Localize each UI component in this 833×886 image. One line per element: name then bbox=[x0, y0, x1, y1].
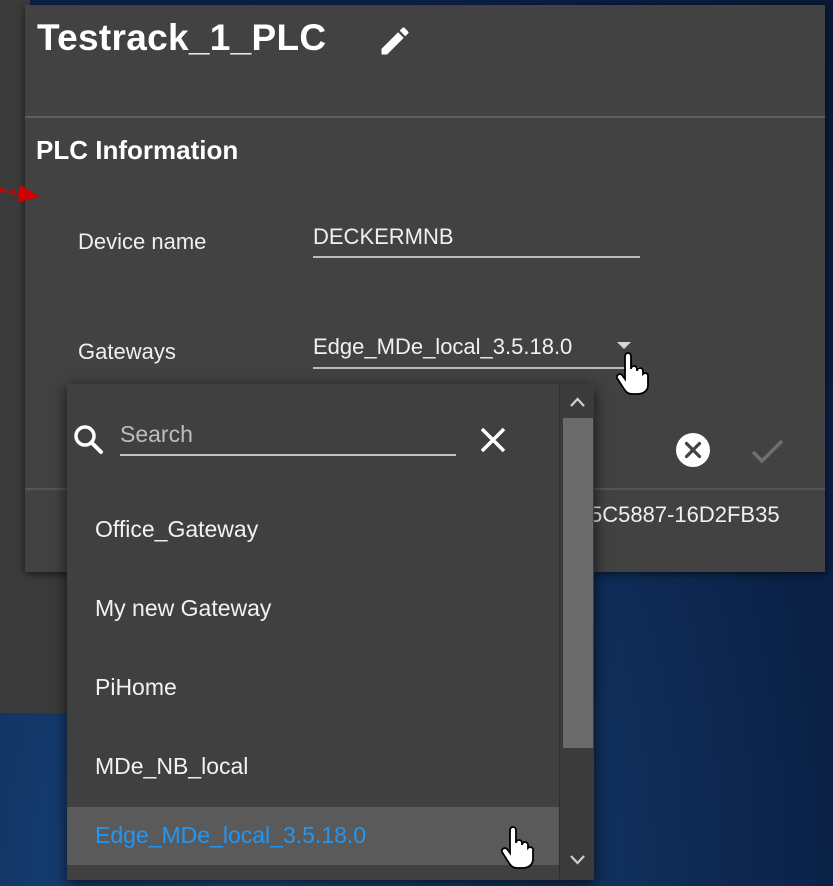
option-label: PiHome bbox=[95, 674, 177, 700]
search-input[interactable] bbox=[120, 414, 456, 456]
close-icon[interactable] bbox=[477, 424, 509, 456]
option-label: My new Gateway bbox=[95, 595, 272, 621]
option-label: MDe_NB_local bbox=[95, 753, 249, 779]
gateways-label: Gateways bbox=[78, 339, 176, 364]
red-arrow-icon bbox=[0, 185, 40, 202]
scrollbar-thumb[interactable] bbox=[563, 418, 593, 748]
dropdown-option-selected[interactable]: Edge_MDe_local_3.5.18.0 bbox=[67, 807, 559, 865]
gateways-dropdown: Office_Gateway My new Gateway PiHome MDe… bbox=[67, 384, 594, 880]
background-window-lower bbox=[0, 572, 70, 713]
section-title: PLC Information bbox=[36, 135, 239, 165]
pencil-icon[interactable] bbox=[377, 23, 413, 59]
title-divider bbox=[25, 116, 825, 118]
option-label: Edge_MDe_local_3.5.18.0 bbox=[95, 822, 367, 848]
check-icon[interactable] bbox=[745, 430, 789, 470]
dropdown-option[interactable]: Office_Gateway bbox=[67, 501, 559, 559]
dropdown-option[interactable]: My new Gateway bbox=[67, 580, 559, 638]
device-id-text: 5C5887-16D2FB35 bbox=[590, 502, 780, 527]
page-title: Testrack_1_PLC bbox=[37, 17, 327, 58]
dropdown-scrollbar[interactable] bbox=[559, 384, 594, 880]
option-label: Office_Gateway bbox=[95, 516, 259, 542]
hand-pointer-icon bbox=[615, 352, 649, 395]
dropdown-option[interactable]: PiHome bbox=[67, 659, 559, 717]
dropdown-option[interactable]: MDe_NB_local bbox=[67, 738, 559, 796]
close-circle-icon[interactable] bbox=[673, 430, 713, 470]
chevron-down-icon[interactable] bbox=[560, 846, 594, 874]
search-icon bbox=[74, 425, 103, 454]
gateways-select-underline bbox=[313, 367, 640, 369]
chevron-down-icon[interactable] bbox=[617, 342, 631, 349]
device-name-underline bbox=[313, 256, 640, 258]
device-name-field[interactable]: DECKERMNB bbox=[313, 224, 454, 250]
hand-pointer-icon bbox=[500, 826, 534, 869]
chevron-up-icon[interactable] bbox=[560, 388, 594, 416]
device-name-label: Device name bbox=[78, 229, 207, 254]
gateways-select-value[interactable]: Edge_MDe_local_3.5.18.0 bbox=[313, 334, 572, 360]
